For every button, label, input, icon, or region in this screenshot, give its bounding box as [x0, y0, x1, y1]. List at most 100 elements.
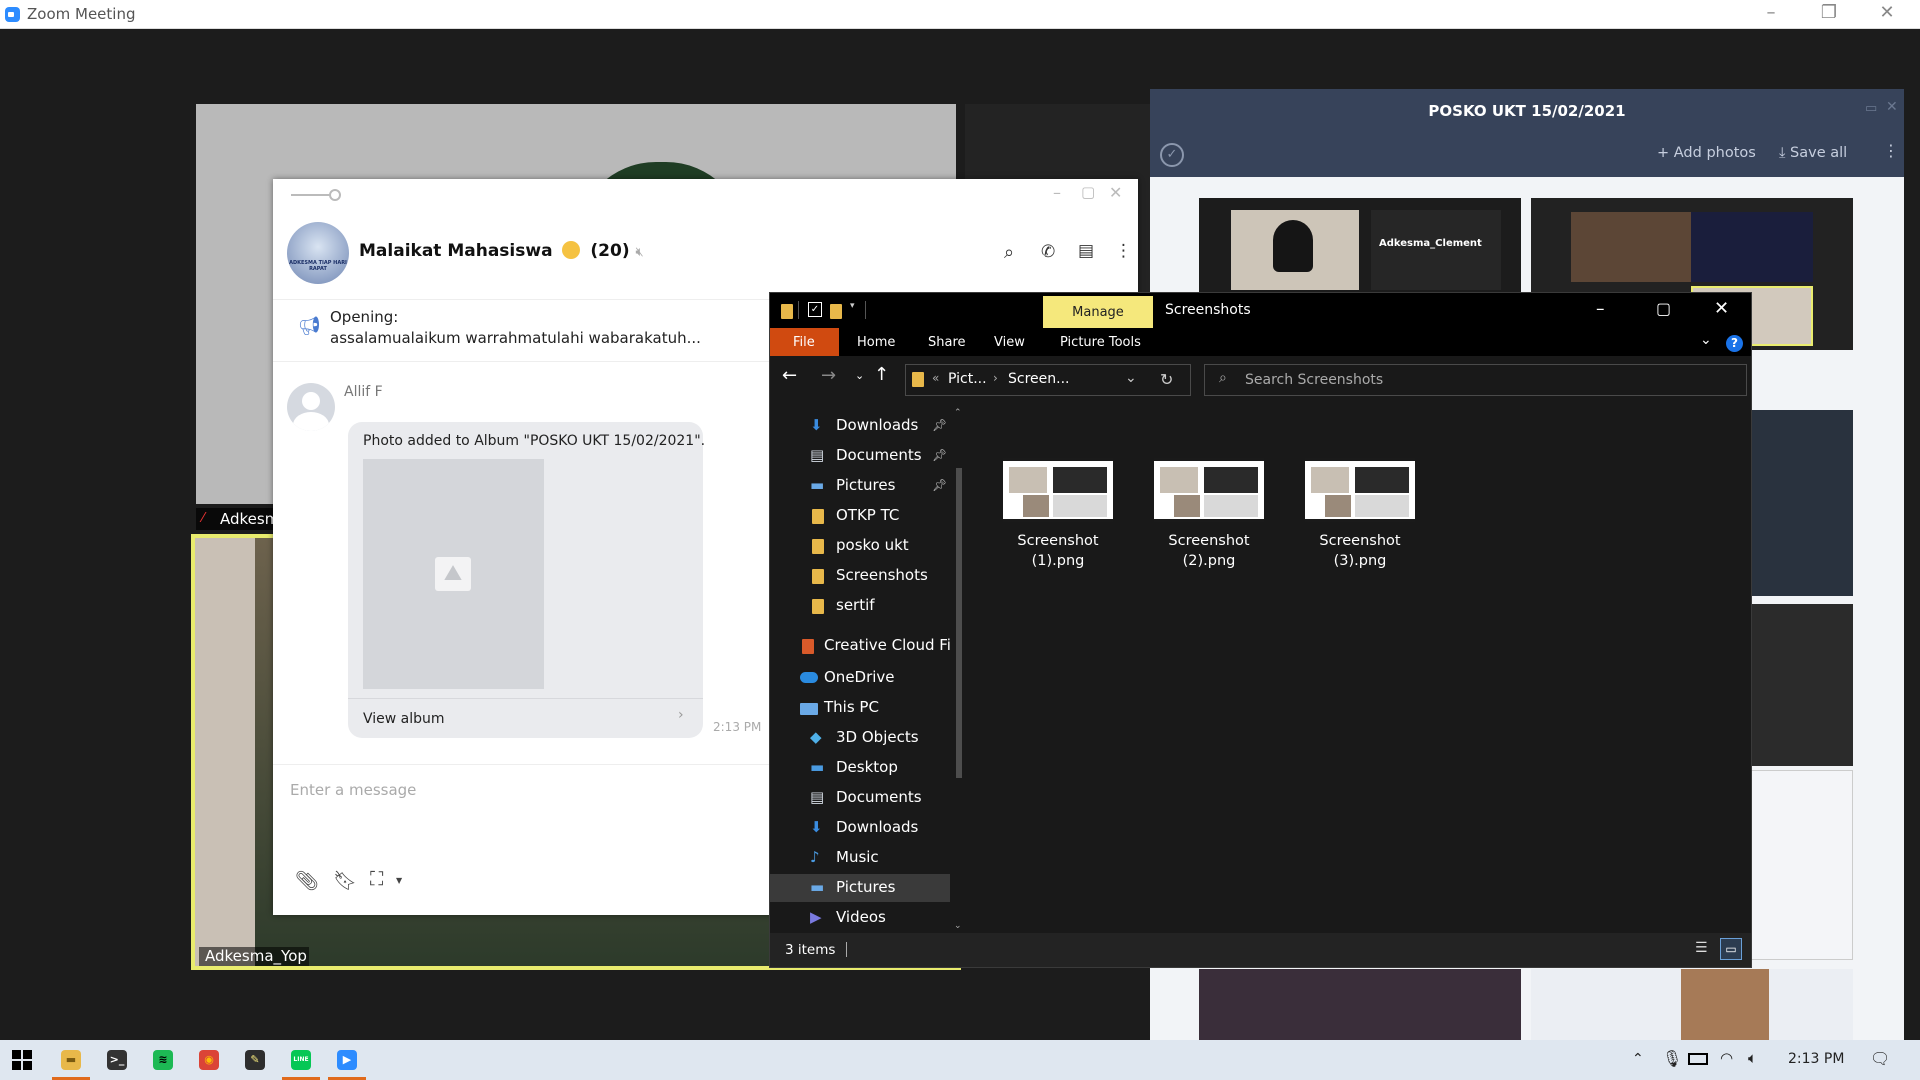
refresh-icon[interactable]: ↻: [1160, 370, 1173, 389]
tab-share[interactable]: Share: [928, 335, 966, 350]
microphone-icon[interactable]: 🎙︎: [1662, 1049, 1682, 1068]
battery-icon[interactable]: [1688, 1053, 1708, 1065]
nav-item[interactable]: Pictures: [836, 878, 895, 896]
expand-ribbon-icon[interactable]: ⌄: [1700, 332, 1712, 348]
pin-icon[interactable]: 📌︎: [932, 418, 947, 432]
announcement-text[interactable]: assalamualaikum warrahmatulahi wabarakat…: [330, 329, 701, 347]
nav-item[interactable]: Videos: [836, 908, 886, 926]
tab-home[interactable]: Home: [857, 335, 895, 350]
scroll-thumb[interactable]: [956, 468, 962, 778]
nav-this-pc[interactable]: This PC: [824, 698, 879, 716]
nav-item[interactable]: Screenshots: [836, 566, 928, 584]
nav-item[interactable]: 3D Objects: [836, 728, 919, 746]
scroll-up-icon[interactable]: ⌃: [954, 408, 962, 418]
nav-item[interactable]: Documents: [836, 446, 922, 464]
file-item[interactable]: Screenshot (3).png: [1295, 458, 1425, 578]
phone-call-icon[interactable]: ✆: [1041, 242, 1055, 262]
large-icons-view-icon[interactable]: ▭: [1720, 938, 1742, 960]
select-check-icon[interactable]: ✓: [1160, 143, 1184, 167]
screenshot-crop-icon[interactable]: ⛶: [370, 868, 383, 890]
group-avatar[interactable]: ADKESMA TIAP HARI RAPAT: [287, 222, 349, 284]
help-icon[interactable]: ?: [1726, 335, 1743, 352]
pin-icon[interactable]: 📌︎: [932, 448, 947, 462]
album-photo[interactable]: [1750, 770, 1853, 960]
close-icon[interactable]: ✕: [1714, 298, 1729, 319]
taskbar-app[interactable]: ▶: [324, 1040, 370, 1080]
album-preview-image[interactable]: ⛰: [363, 459, 544, 689]
nav-item[interactable]: Music: [836, 848, 879, 866]
scroll-down-icon[interactable]: ⌄: [954, 921, 962, 931]
file-item[interactable]: Screenshot (2).png: [1144, 458, 1274, 578]
volume-icon[interactable]: 🔈︎: [1748, 1049, 1757, 1067]
message-bubble[interactable]: Photo added to Album "POSKO UKT 15/02/20…: [348, 422, 705, 738]
taskbar-app[interactable]: >_: [94, 1040, 140, 1080]
recent-locations-icon[interactable]: ⌄: [855, 369, 864, 382]
close-icon[interactable]: ✕: [1109, 183, 1122, 202]
sender-avatar[interactable]: [287, 383, 335, 431]
more-options-icon[interactable]: ⋮: [1115, 241, 1132, 261]
new-folder-icon[interactable]: [830, 304, 842, 319]
taskbar-app[interactable]: ▬: [48, 1040, 94, 1080]
album-photo[interactable]: [1750, 410, 1853, 596]
nav-creative-cloud[interactable]: Creative Cloud File: [824, 636, 964, 654]
more-options-icon[interactable]: ⋮: [1883, 141, 1899, 160]
tab-view[interactable]: View: [994, 335, 1025, 350]
album-photo[interactable]: [1750, 604, 1853, 766]
taskbar-app[interactable]: LINE: [278, 1040, 324, 1080]
maximize-icon[interactable]: ▢: [1081, 183, 1095, 201]
breadcrumb-overflow-icon[interactable]: «: [932, 371, 939, 385]
notes-icon[interactable]: ▤: [1078, 241, 1094, 261]
tab-picture-tools[interactable]: Picture Tools: [1060, 335, 1141, 350]
up-arrow-icon[interactable]: ↑: [874, 364, 889, 385]
tab-file[interactable]: File: [793, 335, 815, 350]
nav-item[interactable]: posko ukt: [836, 536, 909, 554]
forward-arrow-icon[interactable]: →: [821, 365, 836, 386]
nav-item[interactable]: Desktop: [836, 758, 898, 776]
windows-start-icon[interactable]: [12, 1050, 32, 1070]
nav-item[interactable]: OTKP TC: [836, 506, 899, 524]
wifi-icon[interactable]: ◠: [1720, 1049, 1733, 1067]
file-item[interactable]: Screenshot (1).png: [993, 458, 1123, 578]
window-maximize-icon[interactable]: ▭: [1865, 101, 1877, 116]
bookmark-icon[interactable]: 🔖︎: [333, 869, 357, 892]
properties-icon[interactable]: ✓: [808, 302, 822, 317]
album-photo[interactable]: [1531, 969, 1853, 1040]
close-icon[interactable]: ✕: [1886, 99, 1898, 115]
nav-item[interactable]: Downloads: [836, 416, 918, 434]
save-all-button[interactable]: ⤓ Save all: [1779, 145, 1847, 161]
close-button[interactable]: ✕: [1864, 2, 1910, 23]
breadcrumb-pictures[interactable]: Pict...: [948, 371, 987, 387]
taskbar-app[interactable]: ≋: [140, 1040, 186, 1080]
breadcrumb-screenshots[interactable]: Screen...: [1008, 371, 1069, 387]
minimize-icon[interactable]: –: [1053, 183, 1061, 202]
nav-item[interactable]: Downloads: [836, 818, 918, 836]
search-box[interactable]: ⌕ Search Screenshots: [1204, 364, 1747, 396]
clock[interactable]: 2:13 PM: [1788, 1051, 1844, 1067]
minimize-icon[interactable]: –: [1596, 299, 1605, 319]
minimize-button[interactable]: –: [1748, 2, 1794, 23]
view-album-link[interactable]: View album: [363, 711, 445, 727]
nav-item[interactable]: sertif: [836, 596, 875, 614]
pin-slider-icon[interactable]: [291, 189, 341, 201]
add-photos-button[interactable]: + Add photos: [1657, 145, 1756, 161]
album-photo[interactable]: Adkesma_Clement: [1199, 198, 1521, 294]
pin-icon[interactable]: 📌︎: [932, 478, 947, 492]
details-view-icon[interactable]: ☰: [1695, 940, 1708, 956]
nav-item[interactable]: Pictures: [836, 476, 895, 494]
taskbar-app[interactable]: ✎: [232, 1040, 278, 1080]
album-photo[interactable]: [1199, 969, 1521, 1040]
attach-file-icon[interactable]: 📎︎: [295, 869, 319, 892]
manage-tab[interactable]: Manage: [1043, 296, 1153, 330]
address-bar[interactable]: « Pict... › Screen... ⌄ ↻: [905, 364, 1191, 396]
maximize-icon[interactable]: ▢: [1656, 299, 1671, 318]
search-icon[interactable]: ⌕: [1004, 242, 1014, 263]
dropdown-arrow-icon[interactable]: ▼: [396, 876, 402, 885]
show-hidden-icons-chevron-icon[interactable]: ⌃: [1632, 1051, 1644, 1067]
qat-dropdown-icon[interactable]: ▾: [850, 301, 855, 311]
nav-onedrive[interactable]: OneDrive: [824, 668, 895, 686]
nav-item[interactable]: Documents: [836, 788, 922, 806]
nav-scrollbar[interactable]: ⌃ ⌄: [952, 408, 966, 933]
restore-button[interactable]: ❐: [1806, 2, 1852, 23]
message-input[interactable]: Enter a message: [290, 781, 416, 799]
address-dropdown-icon[interactable]: ⌄: [1125, 370, 1137, 386]
